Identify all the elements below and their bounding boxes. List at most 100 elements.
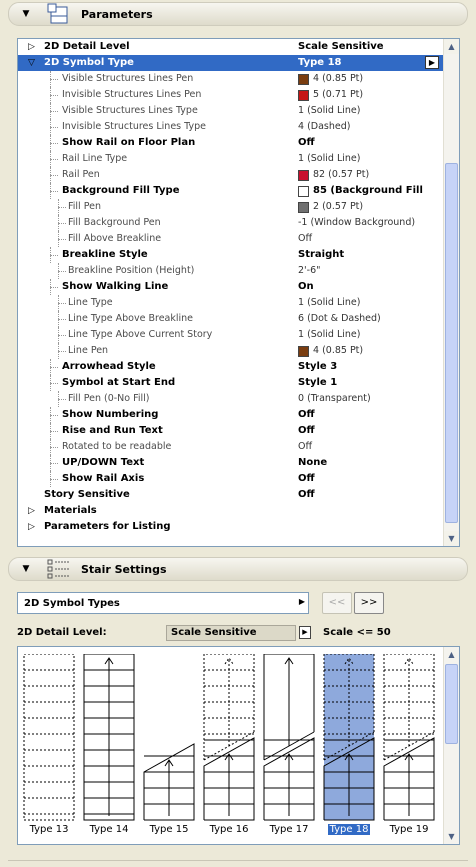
expand-right-icon[interactable]: ▷ (28, 519, 35, 535)
parameter-value[interactable]: 1 (Solid Line) (298, 151, 360, 167)
parameter-row[interactable]: Show Rail Axis Off (18, 471, 443, 487)
parameter-value[interactable]: 1 (Solid Line) (298, 103, 360, 119)
pen-color-swatch (298, 345, 309, 357)
next-page-button[interactable]: >> (354, 592, 384, 614)
expand-down-icon[interactable]: ▽ (28, 55, 35, 71)
scroll-down-icon[interactable]: ▼ (444, 531, 459, 546)
pen-color-swatch (298, 201, 309, 213)
parameter-row[interactable]: Rotated to be readable Off (18, 439, 443, 455)
scroll-up-icon[interactable]: ▲ (444, 647, 459, 662)
expand-right-icon[interactable]: ▷ (28, 39, 35, 55)
parameter-value[interactable]: Straight (298, 247, 344, 263)
stair-symbol-thumbnail[interactable]: Type 15 (142, 654, 196, 844)
value-popup-icon[interactable]: ▶ (425, 56, 439, 69)
parameter-row[interactable]: Line Type 1 (Solid Line) (18, 295, 443, 311)
stair-symbol-thumbnail[interactable]: Type 16 (202, 654, 256, 844)
scroll-thumb[interactable] (445, 664, 458, 744)
parameter-value[interactable]: 4 (0.85 Pt) (298, 343, 363, 359)
parameter-row[interactable]: Invisible Structures Lines Type 4 (Dashed… (18, 119, 443, 135)
parameter-value-text: 4 (0.85 Pt) (313, 345, 364, 356)
parameter-value[interactable]: 82 (0.57 Pt) (298, 167, 369, 183)
parameter-row[interactable]: ▽ 2D Symbol Type Type 18 ▶ (18, 55, 443, 71)
parameter-value-text: -1 (Window Background) (298, 217, 416, 228)
stair-symbol-thumbnail[interactable]: Type 13 (22, 654, 76, 844)
symbol-types-dropdown[interactable]: 2D Symbol Types ▶ (17, 592, 309, 614)
parameter-value[interactable]: Off (298, 471, 315, 487)
parameter-row[interactable]: Breakline Style Straight (18, 247, 443, 263)
parameter-value[interactable]: 85 (Background Fill (298, 183, 423, 199)
parameter-value[interactable]: 6 (Dot & Dashed) (298, 311, 381, 327)
parameter-value[interactable]: 0 (Transparent) (298, 391, 371, 407)
triangle-down-icon[interactable]: ▼ (15, 9, 37, 19)
parameter-row[interactable]: ▷ Parameters for Listing (18, 519, 443, 535)
parameter-row[interactable]: Fill Above Breakline Off (18, 231, 443, 247)
stair-settings-section-header[interactable]: ▼ Stair Settings (8, 557, 468, 581)
parameter-value[interactable]: On (298, 279, 314, 295)
stair-symbol-thumbnail[interactable]: Type 14 (82, 654, 136, 844)
previous-page-button[interactable]: << (322, 592, 352, 614)
parameter-value[interactable]: Scale Sensitive (298, 39, 384, 55)
parameter-value[interactable]: 4 (0.85 Pt) (298, 71, 363, 87)
parameter-row[interactable]: Line Type Above Current Story 1 (Solid Li… (18, 327, 443, 343)
parameter-row[interactable]: Symbol at Start End Style 1 (18, 375, 443, 391)
parameter-row[interactable]: ▷ 2D Detail Level Scale Sensitive (18, 39, 443, 55)
parameter-value[interactable]: Style 3 (298, 359, 337, 375)
parameter-row[interactable]: Fill Pen 2 (0.57 Pt) (18, 199, 443, 215)
tree-connector (58, 303, 66, 304)
tree-connector (58, 351, 66, 352)
expand-right-icon[interactable]: ▷ (28, 503, 35, 519)
detail-level-field[interactable]: Scale Sensitive (166, 625, 296, 641)
parameter-value[interactable]: Off (298, 135, 315, 151)
parameter-row[interactable]: Background Fill Type 85 (Background Fill (18, 183, 443, 199)
parameter-value[interactable]: 5 (0.71 Pt) (298, 87, 363, 103)
stair-symbol-thumbnail[interactable]: Type 19 (382, 654, 436, 844)
parameter-row[interactable]: Breakline Position (Height) 2'-6" (18, 263, 443, 279)
parameter-value[interactable]: Type 18 (298, 55, 342, 71)
parameter-value[interactable]: 1 (Solid Line) (298, 327, 360, 343)
gallery-scrollbar[interactable]: ▲ ▼ (443, 647, 459, 844)
parameter-row[interactable]: Rail Pen 82 (0.57 Pt) (18, 167, 443, 183)
tree-connector (50, 407, 51, 423)
parameter-row[interactable]: Fill Background Pen -1 (Window Background… (18, 215, 443, 231)
tree-connector (50, 423, 51, 439)
tree-connector (58, 295, 59, 311)
parameter-value[interactable]: 1 (Solid Line) (298, 295, 360, 311)
parameter-row[interactable]: UP/DOWN Text None (18, 455, 443, 471)
parameter-value-text: Off (298, 489, 315, 500)
parameter-row[interactable]: Arrowhead Style Style 3 (18, 359, 443, 375)
parameter-row[interactable]: Fill Pen (0-No Fill) 0 (Transparent) (18, 391, 443, 407)
parameter-value[interactable]: Off (298, 487, 315, 503)
triangle-down-icon[interactable]: ▼ (15, 564, 37, 574)
parameter-row[interactable]: Visible Structures Lines Pen 4 (0.85 Pt) (18, 71, 443, 87)
stair-symbol-thumbnail[interactable]: Type 17 (262, 654, 316, 844)
parameter-row[interactable]: Story Sensitive Off (18, 487, 443, 503)
parameter-value[interactable]: Off (298, 439, 312, 455)
parameter-value[interactable]: Off (298, 407, 315, 423)
stair-settings-icon (47, 558, 71, 580)
parameter-value[interactable]: -1 (Window Background) (298, 215, 415, 231)
parameters-section-header[interactable]: ▼ Parameters (8, 2, 468, 26)
parameter-row[interactable]: Visible Structures Lines Type 1 (Solid Li… (18, 103, 443, 119)
parameter-row[interactable]: ▷ Materials (18, 503, 443, 519)
parameter-row[interactable]: Line Pen 4 (0.85 Pt) (18, 343, 443, 359)
parameter-row[interactable]: Show Walking Line On (18, 279, 443, 295)
parameter-value[interactable]: None (298, 455, 327, 471)
scroll-up-icon[interactable]: ▲ (444, 39, 459, 54)
parameter-value[interactable]: Off (298, 231, 312, 247)
parameter-row[interactable]: Show Rail on Floor Plan Off (18, 135, 443, 151)
detail-level-popup-button[interactable]: ▶ (299, 626, 311, 639)
parameter-row[interactable]: Rise and Run Text Off (18, 423, 443, 439)
parameter-value[interactable]: 4 (Dashed) (298, 119, 350, 135)
parameter-row[interactable]: Rail Line Type 1 (Solid Line) (18, 151, 443, 167)
parameter-value[interactable]: Off (298, 423, 315, 439)
parameter-value[interactable]: Style 1 (298, 375, 337, 391)
parameter-row[interactable]: Invisible Structures Lines Pen 5 (0.71 Pt… (18, 87, 443, 103)
scroll-thumb[interactable] (445, 163, 458, 523)
stair-symbol-thumbnail[interactable]: Type 18 (322, 654, 376, 844)
scroll-down-icon[interactable]: ▼ (444, 829, 459, 844)
parameters-scrollbar[interactable]: ▲ ▼ (443, 39, 459, 546)
parameter-row[interactable]: Show Numbering Off (18, 407, 443, 423)
parameter-row[interactable]: Line Type Above Breakline 6 (Dot & Dashed… (18, 311, 443, 327)
parameter-value[interactable]: 2 (0.57 Pt) (298, 199, 363, 215)
parameter-value[interactable]: 2'-6" (298, 263, 321, 279)
